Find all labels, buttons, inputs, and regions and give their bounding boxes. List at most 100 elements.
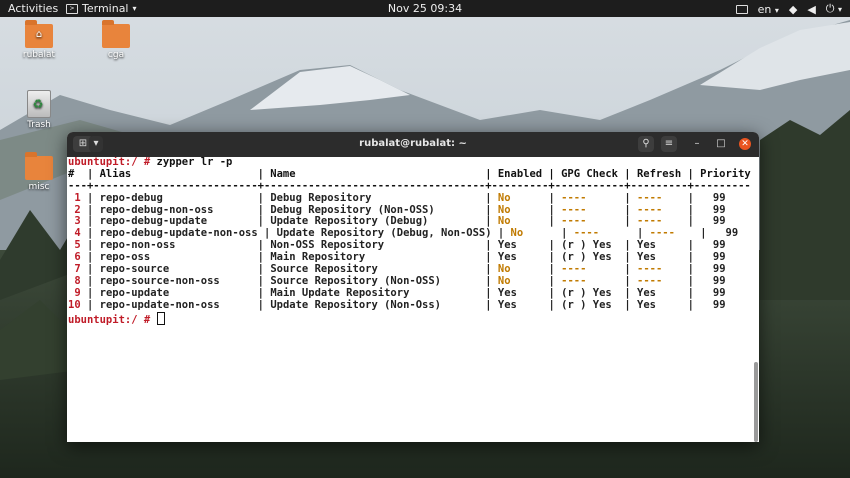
repo-priority: 99 — [712, 215, 726, 228]
column-separator: | — [169, 263, 271, 276]
shell-prompt: ubuntupit:/ # — [68, 313, 151, 326]
column-separator: | — [510, 203, 562, 216]
repo-priority: 99 — [712, 274, 726, 287]
column-separator: | — [162, 191, 271, 204]
column-separator: | — [662, 203, 713, 216]
column-separator: | — [662, 274, 713, 287]
column-separator: | — [586, 203, 638, 216]
terminal-output[interactable]: ubuntupit:/ # zypper lr -p # | Alias | N… — [67, 157, 760, 442]
repo-gpg-check: (r ) Yes — [561, 286, 612, 299]
column-separator: | — [80, 251, 100, 264]
repo-enabled: Yes — [497, 251, 517, 264]
terminal-window[interactable]: ⊞ ▾ rubalat@rubalat: ~ ⚲ ≡ – □ ✕ ubuntup… — [67, 132, 759, 442]
column-separator: | — [655, 251, 713, 264]
minimize-button[interactable]: – — [691, 138, 703, 150]
search-icon: ⚲ — [642, 138, 650, 149]
maximize-icon: □ — [716, 138, 726, 149]
column-separator: | — [656, 286, 713, 299]
table-row: 10 | repo-update-non-oss | Update Reposi… — [68, 298, 760, 312]
repo-enabled: Yes — [497, 286, 517, 299]
column-separator: | — [516, 286, 562, 299]
repo-refresh: ---- — [637, 274, 663, 287]
desktop-icon-home[interactable]: ⌂ rubalat — [11, 20, 67, 60]
row-number: 10 — [68, 298, 81, 311]
repo-alias: repo-debug-update-non-oss — [99, 227, 258, 240]
repo-refresh: ---- — [637, 203, 663, 216]
repo-gpg-check: ---- — [573, 227, 600, 240]
column-separator: | — [169, 286, 271, 299]
desktop-icon-trash[interactable]: ♻ Trash — [11, 90, 67, 130]
repo-name: Debug Repository — [270, 191, 372, 204]
repo-enabled: No — [510, 227, 524, 240]
repo-name: Main Update Repository — [270, 286, 410, 299]
shell-prompt: ubuntupit:/ # — [68, 157, 151, 168]
clock[interactable]: Nov 25 09:34 — [0, 2, 850, 15]
maximize-button[interactable]: □ — [715, 138, 727, 150]
repo-enabled: No — [497, 263, 511, 276]
wifi-icon[interactable]: ◆ — [789, 3, 797, 16]
volume-icon[interactable]: ◀ — [807, 3, 815, 16]
repo-name: Update Repository (Debug, Non-OSS) — [276, 227, 492, 240]
hamburger-menu-button[interactable]: ≡ — [661, 136, 677, 152]
column-separator: | — [599, 227, 650, 240]
column-separator: | — [662, 215, 713, 228]
repo-name: Update Repository (Non-Oss) — [270, 298, 441, 311]
column-separator: | — [510, 263, 562, 276]
column-separator: | — [219, 274, 271, 287]
desktop-icon-label: cga — [107, 50, 125, 60]
repo-alias: repo-debug — [99, 191, 163, 204]
system-tray[interactable]: en ▾ ◆ ◀ ⏻ ▾ — [735, 2, 842, 16]
desktop-icon-label: misc — [28, 182, 50, 192]
column-separator: | — [428, 215, 498, 228]
repo-alias: repo-non-oss — [99, 239, 176, 252]
column-separator: | — [257, 227, 277, 240]
column-separator: | — [80, 239, 100, 252]
column-separator: | — [80, 286, 100, 299]
column-separator: | — [213, 203, 271, 216]
repo-alias: repo-oss — [99, 251, 151, 264]
power-icon[interactable]: ⏻ ▾ — [826, 2, 842, 16]
close-button[interactable]: ✕ — [739, 138, 751, 150]
repo-enabled: No — [497, 215, 511, 228]
repo-gpg-check: (r ) Yes — [561, 298, 612, 311]
table-header: # | Alias | Name | Enabled | GPG Check |… — [68, 167, 751, 180]
prompt-line: ubuntupit:/ # — [68, 311, 760, 326]
repo-gpg-check: ---- — [561, 274, 587, 287]
window-titlebar[interactable]: ⊞ ▾ rubalat@rubalat: ~ ⚲ ≡ – □ ✕ — [67, 132, 759, 157]
column-separator: | — [80, 215, 100, 228]
repo-priority: 99 — [712, 203, 726, 216]
column-separator: | — [175, 239, 271, 252]
column-separator: | — [516, 298, 562, 311]
column-separator: | — [150, 251, 271, 264]
column-separator: | — [80, 191, 100, 204]
repo-refresh: ---- — [649, 227, 675, 240]
scrollbar[interactable] — [754, 362, 758, 442]
column-separator: | — [655, 298, 713, 311]
repo-priority: 99 — [712, 251, 726, 264]
repo-alias: repo-update — [99, 286, 170, 299]
command-text: zypper lr -p — [156, 157, 233, 168]
repo-alias: repo-source-non-oss — [99, 274, 220, 287]
column-separator: | — [434, 203, 498, 216]
desktop-icon-label: rubalat — [22, 50, 56, 60]
screen-icon[interactable] — [735, 4, 748, 14]
repo-priority: 99 — [712, 263, 726, 276]
column-separator: | — [409, 286, 498, 299]
column-separator: | — [80, 274, 100, 287]
column-separator: | — [586, 215, 638, 228]
repo-name: Non-OSS Repository — [270, 239, 385, 252]
column-separator: | — [516, 239, 562, 252]
desktop-icon-cga[interactable]: cga — [88, 20, 144, 60]
recycle-icon: ♻ — [32, 97, 44, 111]
repo-gpg-check: ---- — [561, 203, 587, 216]
desktop-icon-misc[interactable]: misc — [11, 152, 67, 192]
repo-priority: 99 — [712, 191, 726, 204]
search-button[interactable]: ⚲ — [638, 136, 654, 152]
repo-name: Source Repository (Non-OSS) — [270, 274, 441, 287]
repo-gpg-check: ---- — [561, 263, 587, 276]
column-separator: | — [586, 191, 638, 204]
chevron-down-icon: ▾ — [837, 5, 842, 14]
language-indicator[interactable]: en ▾ — [758, 3, 779, 16]
column-separator: | — [586, 263, 638, 276]
top-bar: Activities > Terminal ▾ Nov 25 09:34 en … — [0, 0, 850, 17]
